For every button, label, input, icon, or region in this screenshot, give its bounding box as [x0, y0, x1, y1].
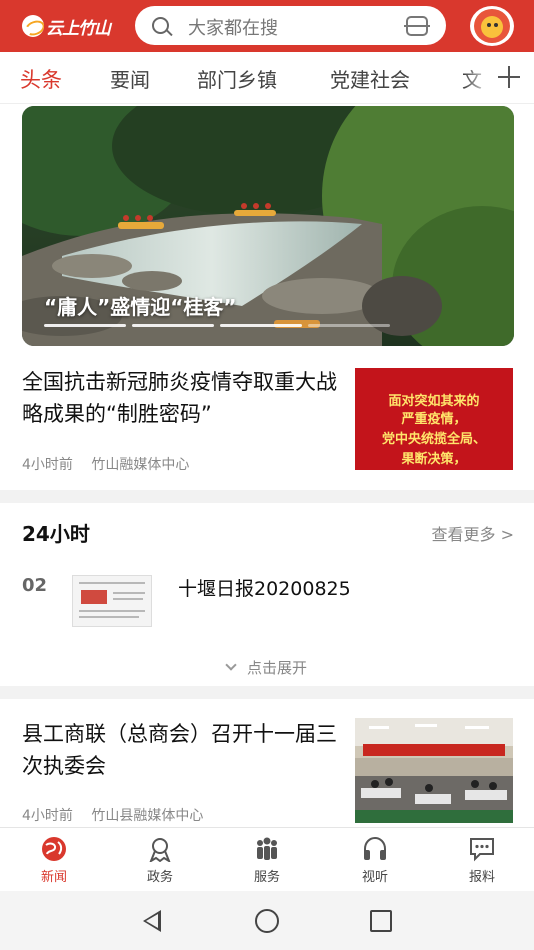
- hot-24h-section: 24小时 查看更多 > 02 十堰日报20200825 点击展开: [0, 503, 534, 686]
- home-icon[interactable]: [255, 909, 279, 933]
- thumb-line: [113, 598, 143, 600]
- nav-label: 政务: [146, 870, 173, 885]
- search-bar[interactable]: 大家都在搜: [135, 6, 446, 45]
- chevron-down-icon: [225, 659, 237, 671]
- mascot-avatar[interactable]: [470, 6, 514, 46]
- logo-mark-icon: [22, 15, 44, 37]
- search-icon: [152, 17, 169, 34]
- bottom-nav: 新闻 政务 服务 视听 报料: [0, 827, 534, 891]
- thumb-line: [79, 610, 145, 612]
- category-tabs: 头条 要闻 部门乡镇 党建社会 文: [0, 52, 534, 104]
- nav-label: 报料: [468, 870, 495, 885]
- avatar-face: [481, 16, 503, 38]
- carousel-indicator-active: [44, 324, 126, 327]
- banner-carousel[interactable]: “庸人”盛情迎“桂客”: [22, 106, 514, 346]
- system-nav-bar: [0, 891, 534, 950]
- carousel-indicator: [220, 324, 302, 327]
- carousel-indicator: [308, 324, 390, 327]
- thumb-line: [113, 592, 145, 594]
- thumb-text: 面对突如其来的: [388, 394, 480, 409]
- thumb-photo: [81, 590, 107, 604]
- plus-icon[interactable]: [498, 66, 520, 88]
- app-header: 云上竹山 大家都在搜: [0, 0, 534, 52]
- thumb-line: [79, 582, 145, 584]
- news-time: 4小时前: [22, 808, 73, 824]
- nav-news[interactable]: 新闻: [24, 836, 84, 885]
- news-meta: 4小时前 竹山县融媒体中心: [22, 805, 203, 825]
- app-logo[interactable]: 云上竹山: [22, 14, 112, 39]
- news-time: 4小时前: [22, 457, 73, 473]
- nav-label: 视听: [361, 870, 388, 885]
- item-rank: 02: [22, 575, 48, 596]
- news-meta: 4小时前 竹山融媒体中心: [22, 454, 189, 474]
- thumb-text: 果断决策，: [401, 452, 467, 467]
- item-title[interactable]: 十堰日报20200825: [178, 574, 351, 601]
- badge-icon: [146, 836, 174, 864]
- thumb-line: [79, 616, 139, 618]
- nav-label: 服务: [253, 870, 280, 885]
- news-title[interactable]: 县工商联（总商会）召开十一届三次执委会: [22, 718, 342, 782]
- meeting-photo: [355, 718, 513, 823]
- back-icon[interactable]: [143, 910, 161, 932]
- nav-label: 新闻: [40, 870, 67, 885]
- globe-icon: [40, 836, 68, 862]
- people-icon: [253, 836, 281, 862]
- see-more-link[interactable]: 查看更多 >: [432, 521, 515, 545]
- nav-report[interactable]: 报料: [452, 836, 512, 885]
- logo-text: 云上竹山: [46, 18, 111, 39]
- tab-departments[interactable]: 部门乡镇: [197, 64, 277, 93]
- meeting-thumbnail[interactable]: [355, 718, 513, 823]
- expand-label: 点击展开: [246, 659, 307, 677]
- chat-icon: [468, 836, 496, 862]
- thumb-text: 党中央统揽全局、: [381, 432, 486, 447]
- recent-apps-icon[interactable]: [370, 910, 392, 932]
- scan-icon[interactable]: [404, 16, 430, 36]
- thumb-text: 严重疫情，: [401, 412, 467, 427]
- news-source: 竹山融媒体中心: [91, 457, 190, 473]
- newspaper-thumbnail[interactable]: [72, 575, 152, 627]
- nav-government[interactable]: 政务: [130, 836, 190, 885]
- nav-services[interactable]: 服务: [237, 836, 297, 885]
- carousel-indicator: [132, 324, 214, 327]
- search-placeholder: 大家都在搜: [188, 18, 278, 39]
- tab-headlines[interactable]: 头条: [20, 64, 62, 94]
- banner-caption: “庸人”盛情迎“桂客”: [44, 295, 237, 319]
- section-title: 24小时: [22, 522, 90, 546]
- news-title[interactable]: 全国抗击新冠肺炎疫情夺取重大战略成果的“制胜密码”: [22, 366, 342, 430]
- tab-party-society[interactable]: 党建社会: [330, 64, 410, 93]
- expand-button[interactable]: 点击展开: [0, 657, 534, 678]
- headphones-icon: [361, 836, 389, 862]
- avatar-eye: [494, 23, 498, 27]
- nav-media[interactable]: 视听: [345, 836, 405, 885]
- news-source: 竹山县融媒体中心: [91, 808, 204, 824]
- news-card: 县工商联（总商会）召开十一届三次执委会 4小时前 竹山县融媒体中心: [0, 699, 534, 827]
- tab-news[interactable]: 要闻: [110, 64, 150, 93]
- headline-card: “庸人”盛情迎“桂客” 全国抗击新冠肺炎疫情夺取重大战略成果的“制胜密码” 4小…: [0, 104, 534, 490]
- avatar-eye: [487, 23, 491, 27]
- news-thumbnail[interactable]: 面对突如其来的 严重疫情， 党中央统揽全局、 果断决策，: [355, 368, 513, 470]
